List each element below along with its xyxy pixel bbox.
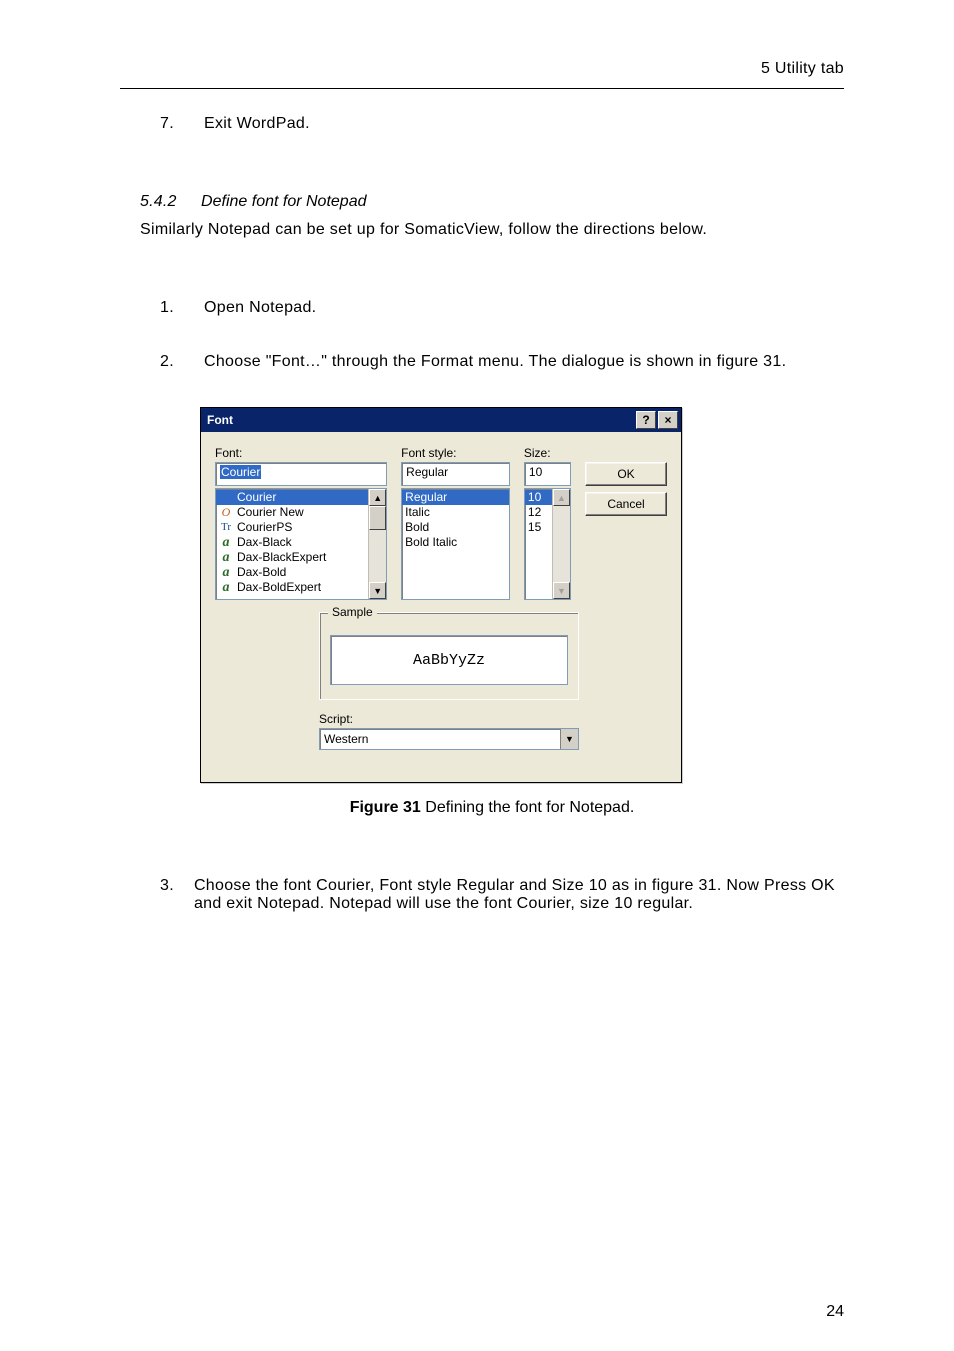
dialog-title: Font (207, 413, 233, 427)
sample-preview: AaBbYyZz (330, 635, 568, 685)
scroll-down-icon[interactable]: ▼ (369, 582, 386, 599)
chevron-down-icon[interactable]: ▼ (560, 729, 578, 749)
size-option[interactable]: 10 (525, 490, 552, 505)
figure: Font ? × Font: Courier (200, 407, 844, 783)
font-dialog: Font ? × Font: Courier (200, 407, 682, 783)
size-option[interactable]: 15 (525, 520, 552, 535)
page-number: 24 (826, 1303, 844, 1321)
font-option[interactable]: Courier (216, 490, 368, 505)
size-input[interactable]: 10 (524, 462, 571, 486)
script-label: Script: (319, 712, 579, 726)
style-option[interactable]: Bold (402, 520, 509, 535)
scroll-up-icon[interactable]: ▲ (369, 489, 386, 506)
style-option[interactable]: Italic (402, 505, 509, 520)
font-option[interactable]: TrCourierPS (216, 520, 368, 535)
font-input[interactable]: Courier (215, 462, 387, 486)
scroll-up-icon: ▲ (553, 489, 570, 506)
section-number: 5.4.2 (140, 193, 177, 210)
font-label: Font: (215, 446, 387, 460)
list-item: 2. Choose "Font…" through the Format men… (160, 353, 844, 371)
list-text: Choose the font Courier, Font style Regu… (194, 877, 844, 913)
script-combobox[interactable]: Western ▼ (319, 728, 579, 750)
font-option[interactable]: aDax-Bold (216, 565, 368, 580)
list-text: Open Notepad. (204, 299, 316, 317)
font-style-label: Font style: (401, 446, 510, 460)
list-number: 3. (160, 877, 174, 913)
ok-button[interactable]: OK (585, 462, 667, 486)
scroll-down-icon: ▼ (553, 582, 570, 599)
list-item: 3. Choose the font Courier, Font style R… (160, 877, 844, 913)
font-listbox[interactable]: Courier OCourier New TrCourierPS aDax-Bl… (215, 488, 387, 600)
scrollbar[interactable]: ▲ ▼ (368, 489, 386, 599)
scroll-thumb[interactable] (369, 506, 386, 530)
help-button[interactable]: ? (636, 411, 656, 429)
section-heading: 5.4.2 Define font for Notepad (140, 193, 844, 211)
sample-label: Sample (328, 605, 377, 619)
font-option[interactable]: aDax-BoldExpert (216, 580, 368, 595)
sample-groupbox: Sample AaBbYyZz (319, 612, 579, 700)
script-value: Western (320, 729, 560, 749)
size-listbox[interactable]: 10 12 15 ▲ ▼ (524, 488, 571, 600)
running-header: 5 Utility tab (120, 60, 844, 89)
list-text: Choose "Font…" through the Format menu. … (204, 353, 786, 371)
list-number: 1. (160, 299, 184, 317)
cancel-button[interactable]: Cancel (585, 492, 667, 516)
close-button[interactable]: × (658, 411, 678, 429)
size-label: Size: (524, 446, 571, 460)
list-text: Exit WordPad. (204, 115, 310, 133)
list-number: 2. (160, 353, 184, 371)
figure-caption: Figure 31 Defining the font for Notepad. (140, 799, 844, 817)
list-item: 7. Exit WordPad. (160, 115, 844, 133)
font-option[interactable]: OCourier New (216, 505, 368, 520)
font-option[interactable]: aDax-Black (216, 535, 368, 550)
dialog-titlebar[interactable]: Font ? × (201, 408, 681, 432)
font-style-input[interactable]: Regular (401, 462, 510, 486)
style-option[interactable]: Bold Italic (402, 535, 509, 550)
list-item: 1. Open Notepad. (160, 299, 844, 317)
figure-label: Figure 31 (350, 799, 421, 816)
section-title: Define font for Notepad (201, 193, 366, 210)
size-option[interactable]: 12 (525, 505, 552, 520)
list-number: 7. (160, 115, 184, 133)
font-option[interactable]: aDax-BlackExpert (216, 550, 368, 565)
section-intro: Similarly Notepad can be set up for Soma… (140, 221, 844, 239)
style-option[interactable]: Regular (402, 490, 509, 505)
font-style-listbox[interactable]: Regular Italic Bold Bold Italic (401, 488, 510, 600)
scrollbar: ▲ ▼ (552, 489, 570, 599)
